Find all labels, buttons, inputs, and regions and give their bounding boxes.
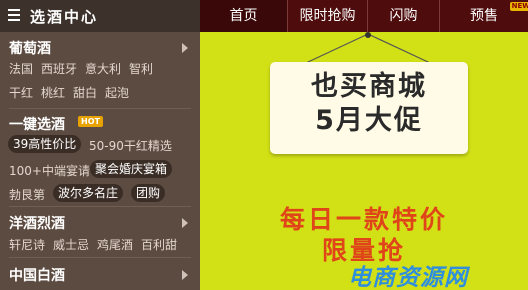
nav-quick-buy[interactable]: 闪购: [368, 0, 440, 32]
tag-banquet-100[interactable]: 100+中端宴请: [9, 162, 90, 179]
sign-line-1: 也买商城: [311, 71, 427, 102]
group-title-baijiu[interactable]: 中国白酒: [9, 265, 65, 285]
nav-flash-sale[interactable]: 限时抢购: [288, 0, 368, 32]
promo-banner[interactable]: 也买商城 5月大促 每日一款特价 限量抢 电商资源网: [200, 32, 528, 290]
category-title: 选酒中心: [30, 8, 99, 26]
group-title-spirits[interactable]: 洋酒烈酒: [9, 213, 65, 233]
nav-flash-sale-label: 限时抢购: [299, 8, 356, 24]
category-header[interactable]: 选酒中心: [0, 0, 200, 32]
nav-quick-buy-label: 闪购: [389, 8, 418, 24]
menu-icon: [8, 9, 20, 21]
chevron-right-icon: [182, 43, 188, 53]
link-whisky[interactable]: 威士忌: [53, 236, 89, 253]
tag-bordeaux-chateau[interactable]: 波尔多名庄: [53, 184, 124, 202]
link-sweet-white[interactable]: 甜白: [73, 84, 97, 101]
tag-value-39[interactable]: 39高性价比: [8, 135, 82, 153]
tag-group-buy[interactable]: 团购: [131, 184, 166, 202]
link-france[interactable]: 法国: [9, 60, 33, 77]
link-baileys[interactable]: 百利甜: [141, 236, 177, 253]
chevron-right-icon: [182, 270, 188, 280]
nav-presale-label: 预售: [470, 8, 498, 24]
link-spain[interactable]: 西班牙: [41, 60, 77, 77]
divider: [9, 206, 191, 207]
sidebar-group-baijiu[interactable]: 中国白酒: [0, 261, 200, 290]
group-title-wine[interactable]: 葡萄酒: [9, 38, 51, 58]
sidebar-group-spirits[interactable]: 洋酒烈酒 轩尼诗 威士忌 鸡尾酒 百利甜: [0, 210, 200, 258]
sign-line-2: 5月大促: [315, 105, 423, 136]
link-hennessy[interactable]: 轩尼诗: [9, 236, 45, 253]
tag-burgundy[interactable]: 勃艮第: [9, 186, 45, 203]
new-badge: NEW: [509, 2, 528, 11]
promo-sign: 也买商城 5月大促: [270, 62, 468, 154]
top-bar: 选酒中心 首页 限时抢购 闪购 预售 NEW: [0, 0, 528, 32]
main-nav: 首页 限时抢购 闪购 预售 NEW: [200, 0, 528, 32]
watermark: 电商资源网: [348, 265, 468, 290]
hot-badge: HOT: [78, 116, 103, 127]
category-sidebar: 葡萄酒 法国 西班牙 意大利 智利 干红 桃红 甜白 起泡 一键选酒 HOT 3…: [0, 32, 200, 290]
divider: [9, 108, 191, 109]
tag-party-wedding[interactable]: 聚会婚庆宴箱: [90, 160, 173, 178]
group-title-quick-pick[interactable]: 一键选酒: [9, 114, 65, 134]
nav-home[interactable]: 首页: [200, 0, 288, 32]
link-sparkling[interactable]: 起泡: [105, 84, 129, 101]
tag-dry-red-50-90[interactable]: 50-90干红精选: [89, 137, 172, 154]
nav-home-label: 首页: [229, 8, 258, 24]
link-chile[interactable]: 智利: [129, 60, 153, 77]
divider: [9, 257, 191, 258]
link-italy[interactable]: 意大利: [85, 60, 121, 77]
link-dry-red[interactable]: 干红: [9, 84, 33, 101]
sidebar-group-wine[interactable]: 葡萄酒 法国 西班牙 意大利 智利 干红 桃红 甜白 起泡: [0, 32, 200, 104]
nav-presale[interactable]: 预售 NEW: [440, 0, 528, 32]
chevron-right-icon: [182, 218, 188, 228]
sidebar-group-quick-pick[interactable]: 一键选酒 HOT 39高性价比 50-90干红精选 100+中端宴请 聚会婚庆宴…: [0, 112, 200, 208]
link-cocktail[interactable]: 鸡尾酒: [97, 236, 133, 253]
link-rose[interactable]: 桃红: [41, 84, 65, 101]
